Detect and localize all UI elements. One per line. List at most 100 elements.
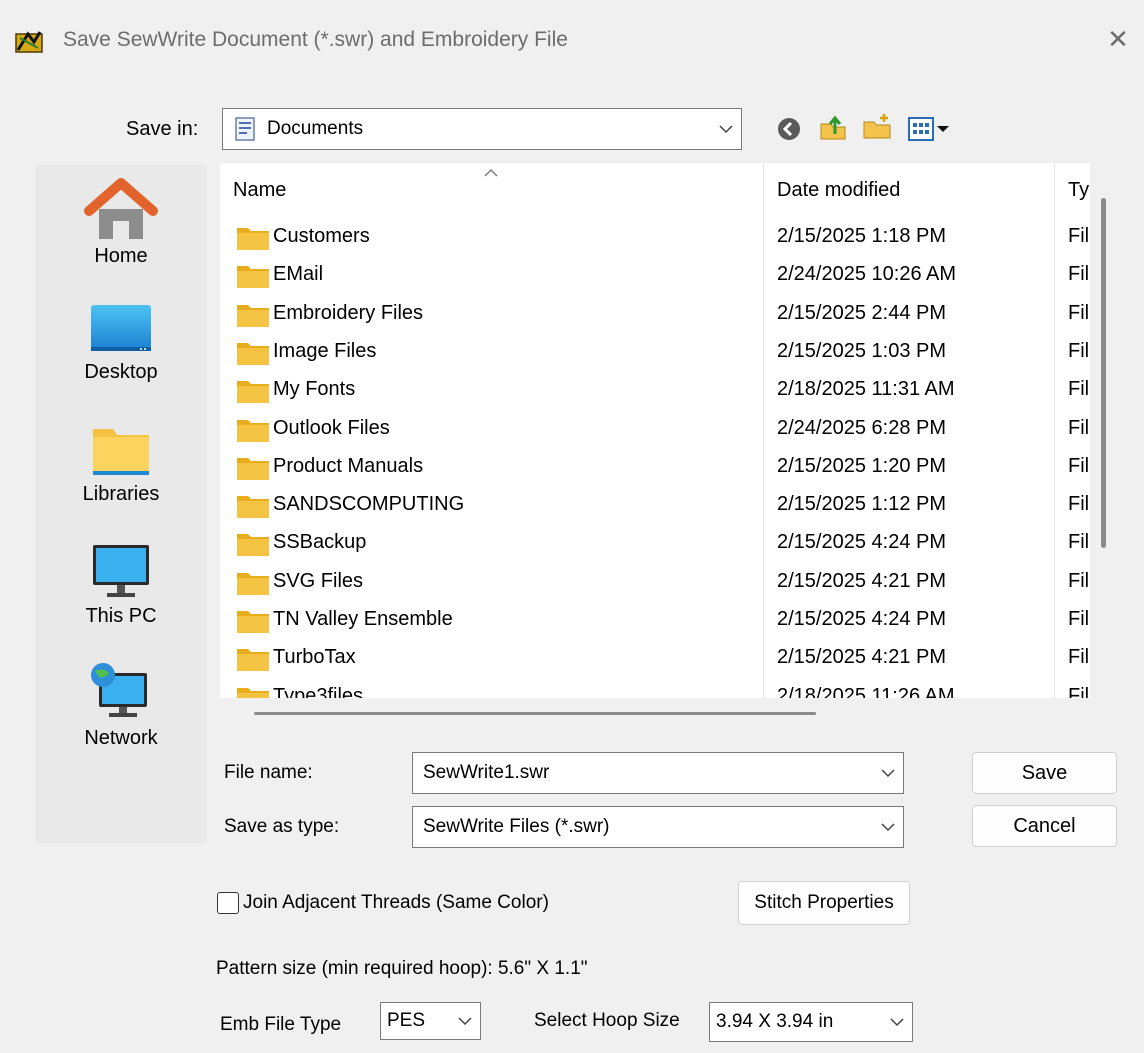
file-type: Fil [1068, 378, 1090, 401]
chevron-down-icon[interactable] [873, 807, 903, 847]
save-type-label: Save as type: [224, 816, 340, 837]
vertical-scrollbar[interactable] [1101, 198, 1106, 548]
window-title: Save SewWrite Document (*.swr) and Embro… [63, 28, 568, 51]
file-name: Image Files [273, 339, 377, 362]
file-row[interactable]: EMail 2/24/2025 10:26 AM Fil [220, 257, 1090, 295]
join-threads-checkbox[interactable] [217, 892, 239, 914]
cancel-button[interactable]: Cancel [972, 805, 1117, 847]
file-row[interactable]: SVG Files 2/15/2025 4:21 PM Fil [220, 564, 1090, 602]
file-row[interactable]: TN Valley Ensemble 2/15/2025 4:24 PM Fil [220, 602, 1090, 640]
file-row[interactable]: Embroidery Files 2/15/2025 2:44 PM Fil [220, 296, 1090, 334]
hoop-size-value: 3.94 X 3.94 in [716, 1011, 834, 1032]
chevron-down-icon[interactable] [882, 1003, 912, 1041]
file-name: Outlook Files [273, 416, 390, 439]
file-row[interactable]: Image Files 2/15/2025 1:03 PM Fil [220, 334, 1090, 372]
folder-icon [236, 417, 270, 443]
save-type-value: SewWrite Files (*.swr) [423, 816, 610, 837]
places-sidebar: Home Desktop Libraries This PC Network [35, 165, 207, 843]
up-folder-icon[interactable] [818, 112, 848, 142]
desktop-icon [35, 301, 207, 361]
file-date-modified: 2/15/2025 1:03 PM [777, 339, 947, 362]
save-type-combobox[interactable]: SewWrite Files (*.swr) [412, 806, 904, 848]
folder-icon [236, 302, 270, 328]
file-name: Embroidery Files [273, 301, 424, 324]
column-header-type[interactable]: Ty [1068, 179, 1089, 202]
column-header-date[interactable]: Date modified [777, 179, 900, 202]
chevron-down-icon[interactable] [711, 109, 741, 149]
file-row[interactable]: SSBackup 2/15/2025 4:24 PM Fil [220, 525, 1090, 563]
file-type: Fil [1068, 225, 1090, 247]
emb-file-type-select[interactable]: PES [380, 1002, 481, 1040]
new-folder-icon[interactable] [862, 112, 892, 142]
save-in-combobox[interactable]: Documents [222, 108, 742, 150]
file-row[interactable]: SANDSCOMPUTING 2/15/2025 1:12 PM Fil [220, 487, 1090, 525]
folder-icon [236, 493, 270, 519]
file-name-combobox[interactable]: SewWrite1.swr [412, 752, 904, 794]
file-date-modified: 2/15/2025 2:44 PM [777, 301, 947, 324]
folder-icon [236, 646, 270, 672]
stitch-properties-button[interactable]: Stitch Properties [738, 881, 910, 925]
chevron-down-icon[interactable] [450, 1003, 480, 1039]
save-in-label: Save in: [126, 118, 199, 140]
column-header-name[interactable]: Name [233, 179, 286, 202]
file-row[interactable]: Product Manuals 2/15/2025 1:20 PM Fil [220, 449, 1090, 487]
file-name: My Fonts [273, 378, 356, 401]
file-type: Fil [1068, 569, 1090, 592]
place-label: This PC [85, 605, 157, 627]
file-name: SVG Files [273, 569, 364, 592]
horizontal-scrollbar[interactable] [254, 712, 816, 715]
file-date-modified: 2/18/2025 11:31 AM [777, 378, 955, 401]
documents-icon [235, 117, 255, 141]
file-date-modified: 2/18/2025 11:26 AM [777, 684, 955, 698]
save-button[interactable]: Save [972, 752, 1117, 794]
file-name: SSBackup [273, 531, 367, 554]
sort-ascending-icon [484, 169, 498, 177]
file-row[interactable]: Outlook Files 2/24/2025 6:28 PM Fil [220, 411, 1090, 449]
file-row[interactable]: My Fonts 2/18/2025 11:31 AM Fil [220, 372, 1090, 410]
folder-icon [236, 340, 270, 366]
file-name: Customers [273, 225, 370, 247]
place-home[interactable]: Home [35, 177, 207, 268]
folder-icon [236, 570, 270, 596]
close-button[interactable]: ✕ [1098, 20, 1138, 60]
file-name-input[interactable]: SewWrite1.swr [423, 762, 873, 784]
file-name: TN Valley Ensemble [273, 608, 453, 630]
file-type: Fil [1068, 493, 1090, 516]
folder-icon [236, 455, 270, 481]
folder-icon [236, 608, 270, 634]
file-type: Fil [1068, 416, 1090, 439]
file-type: Fil [1068, 454, 1090, 477]
this-pc-icon [35, 541, 207, 605]
libraries-icon [35, 423, 207, 483]
file-date-modified: 2/15/2025 4:21 PM [777, 646, 947, 669]
file-name: EMail [273, 263, 324, 286]
folder-icon [236, 685, 270, 698]
file-type: Fil [1068, 684, 1090, 698]
emb-file-type-value: PES [387, 1010, 426, 1031]
sewwrite-app-icon [14, 28, 44, 56]
chevron-down-icon[interactable] [873, 753, 903, 793]
file-date-modified: 2/24/2025 6:28 PM [777, 416, 947, 439]
file-name-label: File name: [224, 762, 313, 783]
file-row[interactable]: TurboTax 2/15/2025 4:21 PM Fil [220, 640, 1090, 678]
file-type: Fil [1068, 301, 1090, 324]
place-network[interactable]: Network [35, 663, 207, 750]
place-libraries[interactable]: Libraries [35, 423, 207, 506]
file-name: Type3files [273, 684, 364, 698]
place-this-pc[interactable]: This PC [35, 541, 207, 628]
file-row[interactable]: Customers 2/15/2025 1:18 PM Fil [220, 219, 1090, 257]
file-date-modified: 2/15/2025 4:24 PM [777, 531, 947, 554]
file-list[interactable]: Name Date modified Ty Customers 2/15/2025… [220, 163, 1090, 698]
place-desktop[interactable]: Desktop [35, 301, 207, 384]
home-icon [35, 177, 207, 245]
file-row[interactable]: Type3files 2/18/2025 11:26 AM Fil [220, 679, 1090, 698]
view-menu-icon[interactable] [906, 114, 960, 144]
file-name: TurboTax [273, 646, 356, 669]
hoop-size-select[interactable]: 3.94 X 3.94 in [709, 1002, 913, 1042]
back-icon[interactable] [774, 114, 804, 144]
file-date-modified: 2/15/2025 1:18 PM [777, 225, 947, 247]
file-date-modified: 2/15/2025 4:21 PM [777, 569, 947, 592]
file-type: Fil [1068, 531, 1090, 554]
file-type: Fil [1068, 339, 1090, 362]
file-type: Fil [1068, 646, 1090, 669]
